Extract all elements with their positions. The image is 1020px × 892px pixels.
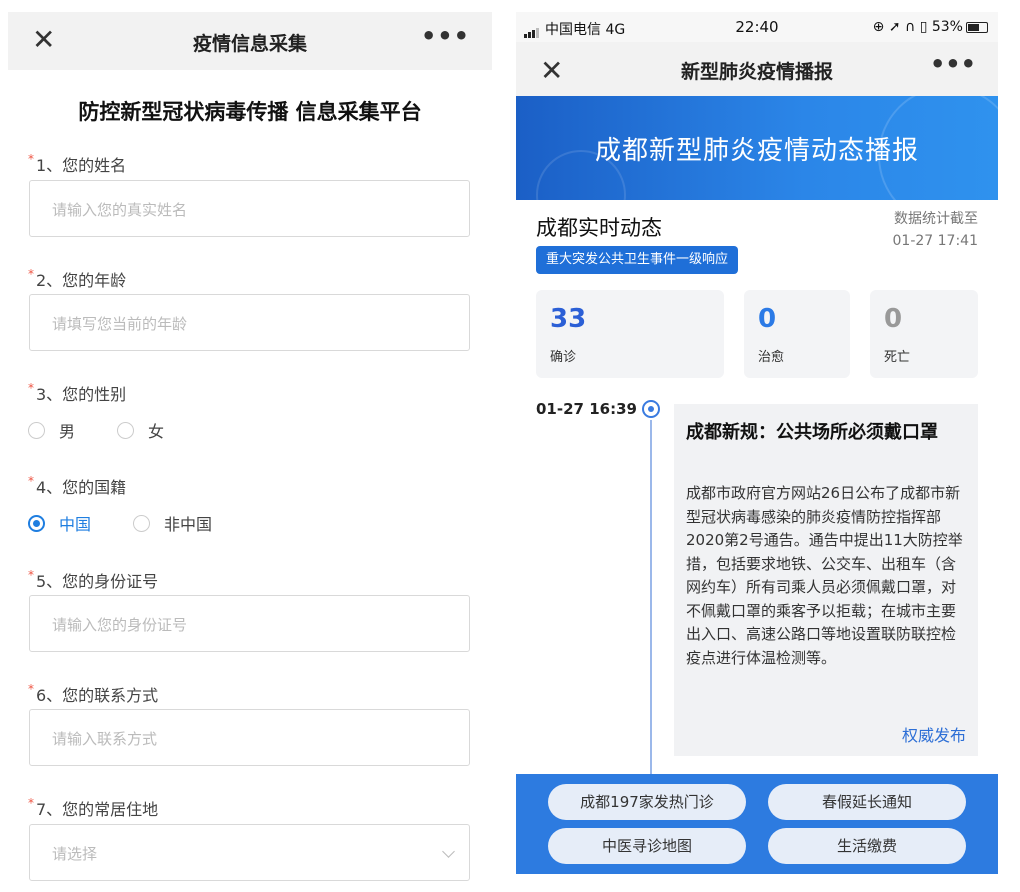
nationality-option-other[interactable]: 非中国 [133,511,212,535]
battery-icon [966,21,988,33]
news-source-link[interactable]: 权威发布 [902,722,966,746]
response-level-badge: 重大突发公共卫生事件一级响应 [536,246,739,274]
nationality-option-china[interactable]: 中国 [28,511,91,535]
stat-cured: 0 治愈 [744,290,850,378]
radio-icon[interactable] [117,421,135,439]
status-bar: 中国电信 4G 22:40 ⊕ ➚ ∩ ▯ 53% [516,12,998,42]
nav-title: 新型肺炎疫情播报 [680,61,833,83]
gender-option-male[interactable]: 男 [28,418,75,442]
gender-radio-group: 男 女 [28,418,206,442]
radio-icon[interactable] [133,514,151,532]
fever-clinics-button[interactable]: 成都197家发热门诊 [548,784,746,820]
timeline-line [650,420,652,776]
data-timestamp: 数据统计截至 01-27 17:41 [892,211,978,249]
news-body: 成都市政府官方网站26日公布了成都市新型冠状病毒感染的肺炎疫情防控指挥部2020… [686,484,963,667]
form-title: 防控新型冠状病毒传播 信息采集平台 [78,100,422,124]
stat-label: 治愈 [758,350,785,365]
status-right: ⊕ ➚ ∩ ▯ 53% [873,19,988,35]
residence-select[interactable]: 请选择 [29,824,470,881]
more-icon[interactable]: ••• [421,22,470,50]
chevron-down-icon [442,845,455,858]
gender-option-female[interactable]: 女 [117,418,164,442]
timeline-time: 01-27 16:39 [536,400,637,418]
id-number-input[interactable]: 请输入您的身份证号 [29,595,470,652]
info-collection-screen: ✕ 疫情信息采集 ••• 防控新型冠状病毒传播 信息采集平台 * 1、您的姓名 请… [8,12,492,884]
question-age-label: * 2、您的年龄 [28,267,127,290]
nav-title: 疫情信息采集 [192,33,307,55]
holiday-extension-button[interactable]: 春假延长通知 [768,784,966,820]
timeline-dot-icon [642,400,660,418]
stat-label: 确诊 [550,350,577,365]
more-icon[interactable]: ••• [930,50,976,78]
question-contact-label: * 6、您的联系方式 [28,682,159,705]
tcm-map-button[interactable]: 中医寻诊地图 [548,828,746,864]
name-input[interactable]: 请输入您的真实姓名 [29,180,470,237]
news-headline: 成都新规：公共场所必须戴口罩 [686,422,938,443]
radio-icon[interactable] [28,421,45,439]
news-card[interactable]: 成都新规：公共场所必须戴口罩 成都市政府官方网站26日公布了成都市新型冠状病毒感… [674,404,978,756]
banner-title: 成都新型肺炎疫情动态播报 [594,136,919,166]
question-residence-label: * 7、您的常居住地 [28,796,159,819]
nav-bar: ✕ 疫情信息采集 ••• [8,12,492,70]
quick-links-bar: 成都197家发热门诊 春假延长通知 中医寻诊地图 生活缴费 [516,774,998,874]
realtime-title: 成都实时动态 [536,216,662,240]
nav-bar: ✕ 新型肺炎疫情播报 ••• [516,42,998,96]
question-nationality-label: * 4、您的国籍 [28,474,127,497]
banner: 成都新型肺炎疫情动态播报 [516,96,998,200]
stat-number: 0 [758,304,777,334]
question-name-label: * 1、您的姓名 [28,152,127,175]
age-input[interactable]: 请填写您当前的年龄 [29,294,470,351]
stat-label: 死亡 [884,350,911,365]
nationality-radio-group: 中国 非中国 [28,511,254,535]
epidemic-broadcast-screen: 中国电信 4G 22:40 ⊕ ➚ ∩ ▯ 53% ✕ 新型肺炎疫情播报 •••… [516,12,998,874]
stat-number: 33 [550,304,587,334]
radio-selected-icon[interactable] [28,514,45,532]
stat-deaths: 0 死亡 [870,290,978,378]
question-id-label: * 5、您的身份证号 [28,568,159,591]
stat-confirmed: 33 确诊 [536,290,724,378]
stat-number: 0 [884,304,903,334]
contact-input[interactable]: 请输入联系方式 [29,709,470,766]
utility-payment-button[interactable]: 生活缴费 [768,828,966,864]
question-gender-label: * 3、您的性别 [28,381,127,404]
